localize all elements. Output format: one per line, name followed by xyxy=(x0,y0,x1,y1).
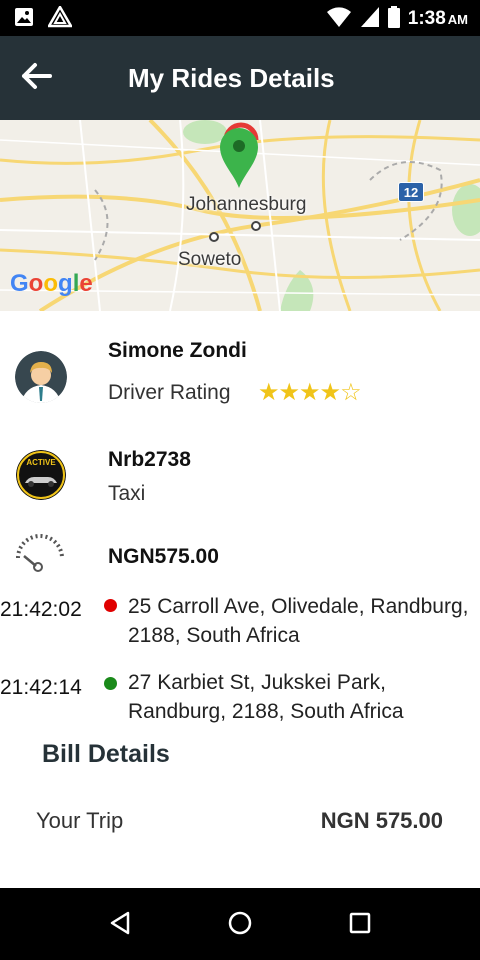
google-logo: Google xyxy=(10,270,93,297)
wifi-icon xyxy=(326,6,352,33)
driver-name: Simone Zondi xyxy=(108,339,247,362)
status-time: 1:38 AM xyxy=(407,8,468,29)
pickup-address: 25 Carroll Ave, Olivedale, Randburg, 218… xyxy=(128,595,469,647)
pickup-time: 21:42:02 xyxy=(0,598,82,621)
pickup-dot xyxy=(104,599,117,612)
star-empty-icon: ☆ xyxy=(340,379,361,406)
driver-rating-stars: ★★★★☆ xyxy=(258,378,362,407)
battery-icon xyxy=(387,6,400,33)
arrow-left-icon xyxy=(20,62,52,95)
map-label-johannesburg: Johannesburg xyxy=(186,194,307,215)
dropoff-dot xyxy=(104,677,117,690)
recents-square-icon xyxy=(349,912,371,939)
speedometer-icon xyxy=(12,534,68,579)
alert-triangle-icon xyxy=(46,4,74,33)
page-title: My Rides Details xyxy=(128,63,335,93)
bill-trip-value: NGN 575.00 xyxy=(320,808,443,833)
route-map[interactable]: Johannesburg Soweto 12 Google xyxy=(0,120,480,311)
back-button[interactable] xyxy=(14,56,58,100)
nav-recents-button[interactable] xyxy=(343,908,377,942)
vehicle-type: Taxi xyxy=(108,482,146,505)
star-filled-icon: ★★★★ xyxy=(258,379,341,406)
driver-avatar xyxy=(15,351,67,403)
app-bar: My Rides Details xyxy=(0,36,480,120)
dropoff-time: 21:42:14 xyxy=(0,676,82,699)
home-circle-icon xyxy=(228,911,252,940)
vehicle-plate: Nrb2738 xyxy=(108,448,191,471)
dropoff-address: 27 Karbiet St, Jukskei Park, Randburg, 2… xyxy=(128,671,404,723)
signal-icon xyxy=(360,6,380,33)
nav-home-button[interactable] xyxy=(223,908,257,942)
fare-amount: NGN575.00 xyxy=(108,545,219,568)
image-icon xyxy=(14,7,34,32)
status-bar: 1:38 AM xyxy=(0,0,480,36)
taxi-logo: ACTIVE xyxy=(16,450,66,500)
back-triangle-icon xyxy=(109,911,131,940)
bill-trip-label: Your Trip xyxy=(36,808,124,833)
bill-details-title: Bill Details xyxy=(42,740,170,768)
system-nav-bar xyxy=(0,888,480,960)
nav-back-button[interactable] xyxy=(103,908,137,942)
driver-rating-label: Driver Rating xyxy=(108,381,231,404)
map-label-soweto: Soweto xyxy=(178,249,242,270)
map-pin-icon xyxy=(218,122,262,197)
highway-shield: 12 xyxy=(398,182,424,202)
